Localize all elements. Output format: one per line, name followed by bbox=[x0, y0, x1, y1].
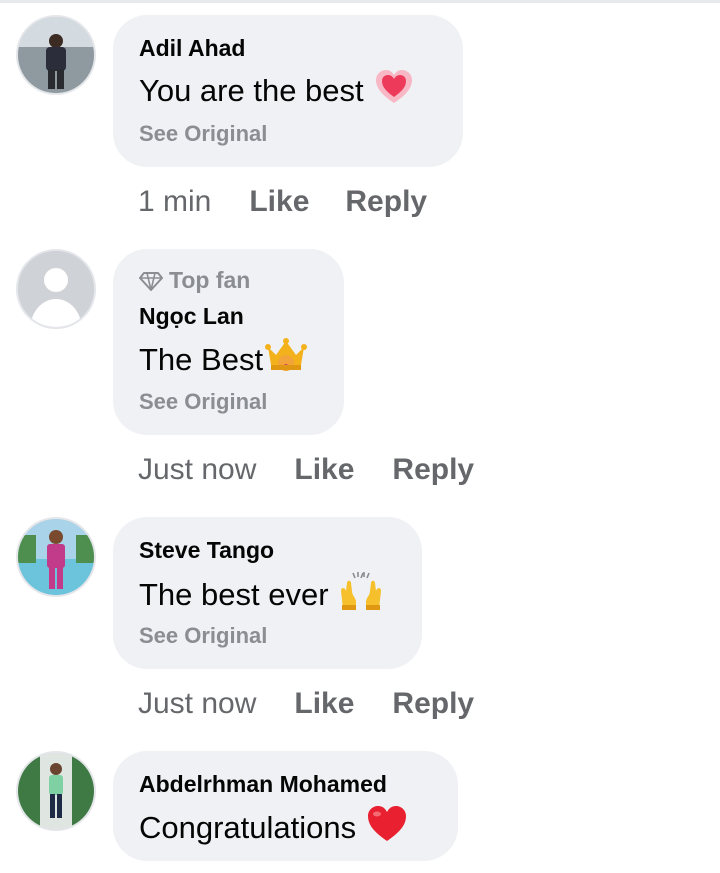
comment-text: The Best bbox=[139, 342, 264, 377]
like-button[interactable]: Like bbox=[294, 453, 354, 487]
red-heart-emoji-icon bbox=[366, 805, 408, 851]
avatar-ngoc-lan[interactable] bbox=[16, 249, 96, 329]
like-button[interactable]: Like bbox=[294, 687, 354, 721]
like-button[interactable]: Like bbox=[249, 185, 309, 219]
see-original-link[interactable]: See Original bbox=[139, 121, 267, 147]
default-avatar-icon bbox=[18, 251, 94, 327]
comment-author[interactable]: Ngọc Lan bbox=[139, 303, 244, 330]
comment-text-row: You are the best bbox=[139, 69, 414, 113]
comment-bubble-2[interactable]: Top fan Ngọc Lan The Best See Original bbox=[113, 249, 344, 435]
top-fan-badge: Top fan bbox=[139, 267, 250, 294]
see-original-link[interactable]: See Original bbox=[139, 389, 267, 415]
crown-emoji-icon bbox=[265, 337, 308, 383]
comment-time: Just now bbox=[138, 687, 257, 720]
avatar-photo bbox=[18, 17, 94, 93]
avatar-photo bbox=[18, 753, 94, 829]
comment-bubble-1[interactable]: Adil Ahad You are the best See Original bbox=[113, 15, 463, 167]
reply-button[interactable]: Reply bbox=[392, 453, 474, 487]
comment-actions-2: Just now Like Reply bbox=[138, 453, 474, 487]
comment-bubble-4[interactable]: Abdelrhman Mohamed Congratulations bbox=[113, 751, 458, 861]
comment-author[interactable]: Abdelrhman Mohamed bbox=[139, 771, 387, 798]
reply-button[interactable]: Reply bbox=[345, 185, 427, 219]
comment-author[interactable]: Steve Tango bbox=[139, 537, 274, 564]
comment-text-row: The best ever bbox=[139, 571, 383, 619]
comment-actions-1: 1 min Like Reply bbox=[138, 185, 427, 219]
comment-text-row: The Best bbox=[139, 337, 308, 383]
diamond-icon bbox=[139, 271, 163, 291]
reply-button[interactable]: Reply bbox=[392, 687, 474, 721]
comment-text: The best ever bbox=[139, 577, 329, 612]
comment-time: Just now bbox=[138, 453, 257, 486]
avatar-abdelrhman-mohamed[interactable] bbox=[16, 751, 96, 831]
comment-actions-3: Just now Like Reply bbox=[138, 687, 474, 721]
top-divider bbox=[0, 0, 720, 3]
see-original-link[interactable]: See Original bbox=[139, 623, 267, 649]
comment-text-row: Congratulations bbox=[139, 805, 408, 851]
avatar-adil-ahad[interactable] bbox=[16, 15, 96, 95]
comment-text: Congratulations bbox=[139, 810, 357, 845]
heart-emoji-icon bbox=[374, 69, 414, 113]
comment-text: You are the best bbox=[139, 73, 364, 108]
avatar-steve-tango[interactable] bbox=[16, 517, 96, 597]
comment-bubble-3[interactable]: Steve Tango The best ever See Original bbox=[113, 517, 422, 669]
comment-time: 1 min bbox=[138, 185, 212, 218]
raising-hands-emoji-icon bbox=[339, 571, 383, 619]
comment-author[interactable]: Adil Ahad bbox=[139, 35, 245, 62]
top-fan-label: Top fan bbox=[169, 267, 251, 293]
avatar-photo bbox=[18, 519, 94, 595]
